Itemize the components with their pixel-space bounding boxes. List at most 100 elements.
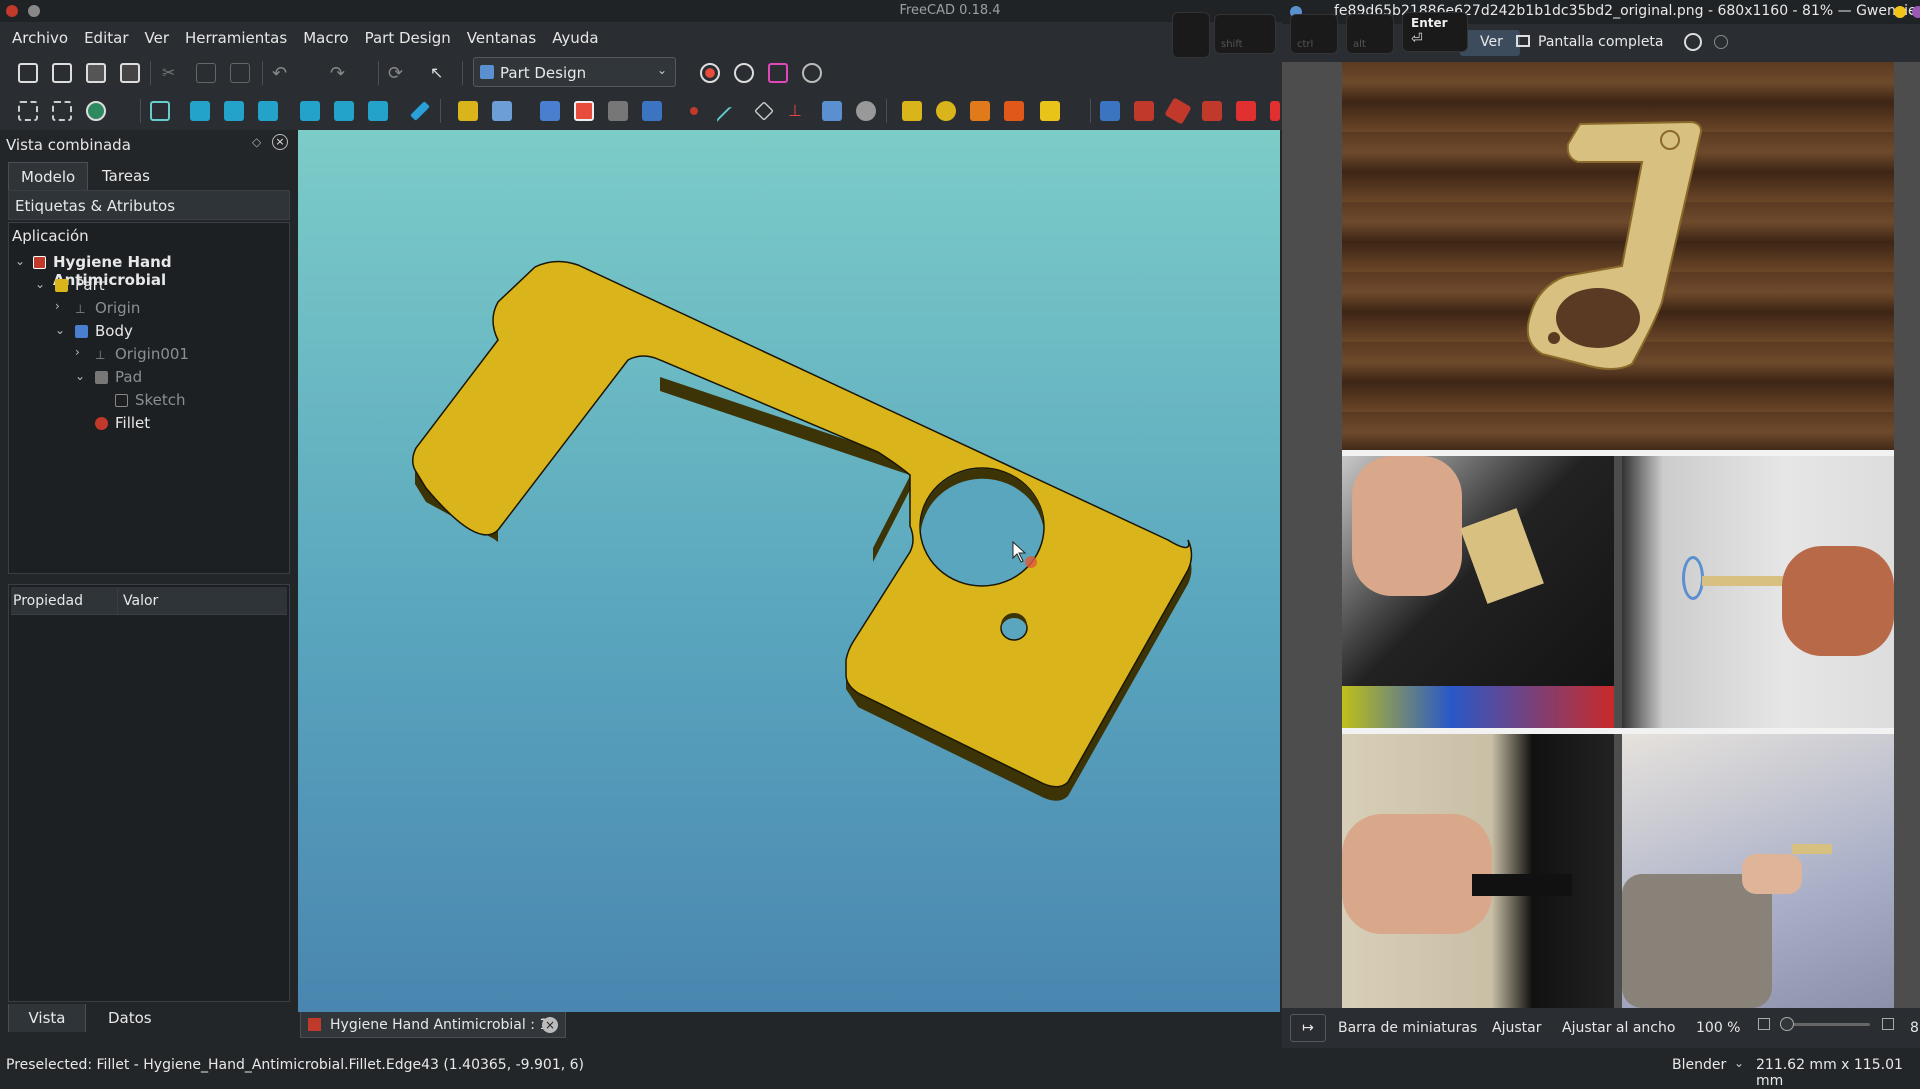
cut-icon[interactable]: ✂ xyxy=(162,63,182,83)
datum-point-icon[interactable] xyxy=(690,107,698,115)
tree-item-origin[interactable]: Origin xyxy=(95,299,140,321)
menu-ayuda[interactable]: Ayuda xyxy=(544,29,606,47)
sub-shape-binder-icon[interactable] xyxy=(822,101,842,121)
view-rear-icon[interactable] xyxy=(300,101,320,121)
create-sketch-icon[interactable] xyxy=(574,101,594,121)
fullscreen-button[interactable]: Pantalla completa xyxy=(1538,34,1664,50)
3d-viewport[interactable] xyxy=(298,130,1280,1012)
fit-width-button[interactable]: Ajustar al ancho xyxy=(1562,1020,1675,1036)
menu-ver[interactable]: Ver xyxy=(137,29,178,47)
tree-item-part[interactable]: Part xyxy=(75,276,105,298)
refresh-icon[interactable]: ⟳ xyxy=(388,63,408,84)
subtractive-primitive-icon[interactable] xyxy=(1270,101,1280,121)
image-viewer[interactable] xyxy=(1282,62,1920,1008)
tree-item-origin001[interactable]: Origin001 xyxy=(115,345,189,367)
chevron-down-icon[interactable]: ⌄ xyxy=(75,369,85,383)
view-left-icon[interactable] xyxy=(368,101,388,121)
view-top-icon[interactable] xyxy=(224,101,244,121)
paste-icon[interactable] xyxy=(230,63,250,83)
menu-macro[interactable]: Macro xyxy=(295,29,356,47)
local-cs-icon[interactable]: ⊥ xyxy=(788,101,808,121)
validate-sketch-icon[interactable] xyxy=(608,101,628,121)
chevron-right-icon[interactable]: › xyxy=(75,345,80,359)
copy-icon[interactable] xyxy=(196,63,216,83)
hole-icon[interactable] xyxy=(1134,101,1154,121)
tree-item-pad[interactable]: Pad xyxy=(115,368,142,390)
fit-button[interactable]: Ajustar xyxy=(1492,1020,1541,1036)
menu-archivo[interactable]: Archivo xyxy=(4,29,76,47)
property-column-header: Propiedad xyxy=(13,593,83,609)
macro-run-icon[interactable] xyxy=(802,63,822,83)
workbench-selector[interactable]: Part Design ⌄ xyxy=(473,57,676,87)
view-front-icon[interactable] xyxy=(190,101,210,121)
pipe-icon[interactable] xyxy=(1004,101,1024,121)
open-folder-icon[interactable] xyxy=(52,63,72,83)
menu-herramientas[interactable]: Herramientas xyxy=(177,29,295,47)
menu-ventanas[interactable]: Ventanas xyxy=(459,29,544,47)
sidebar-toggle-icon[interactable]: ↦ xyxy=(1290,1014,1326,1042)
maximize-icon[interactable] xyxy=(1912,6,1920,18)
draw-style-icon[interactable] xyxy=(86,101,106,121)
save-icon[interactable] xyxy=(86,63,106,83)
previous-icon[interactable] xyxy=(1684,33,1702,51)
view-right-icon[interactable] xyxy=(258,101,278,121)
tab-vista[interactable]: Vista xyxy=(8,1004,86,1032)
undo-icon[interactable]: ↶ xyxy=(272,63,292,84)
tree-item-body[interactable]: Body xyxy=(95,322,133,344)
minimize-icon[interactable] xyxy=(1894,6,1906,18)
ctrl-key-overlay: ctrl xyxy=(1290,14,1338,54)
chevron-right-icon[interactable]: › xyxy=(55,299,60,313)
whats-this-icon[interactable]: ↖ xyxy=(430,63,450,83)
tab-datos[interactable]: Datos xyxy=(96,1004,164,1032)
menu-editar[interactable]: Editar xyxy=(76,29,136,47)
pad-icon[interactable] xyxy=(902,101,922,121)
pocket-icon[interactable] xyxy=(1100,101,1120,121)
macro-record-icon[interactable] xyxy=(700,63,720,83)
box-select-icon[interactable] xyxy=(18,101,38,121)
new-file-icon[interactable] xyxy=(18,63,38,83)
tree-item-document[interactable]: Hygiene Hand Antimicrobial xyxy=(53,253,289,289)
groove-icon[interactable] xyxy=(1164,97,1192,125)
redo-icon[interactable]: ↷ xyxy=(330,63,350,84)
zoom-slider-handle[interactable] xyxy=(1780,1017,1794,1031)
zoom-level[interactable]: 100 % xyxy=(1696,1020,1740,1036)
create-body-icon[interactable] xyxy=(540,101,560,121)
chevron-down-icon[interactable]: ⌄ xyxy=(35,277,45,291)
thumbnail-bar-button[interactable]: Barra de miniaturas xyxy=(1338,1020,1477,1036)
fillet-top-face[interactable] xyxy=(412,260,1193,788)
chevron-down-icon[interactable]: ⌄ xyxy=(55,323,65,337)
float-icon[interactable]: ◇ xyxy=(252,135,261,149)
subtractive-loft-icon[interactable] xyxy=(1202,101,1222,121)
loft-icon[interactable] xyxy=(970,101,990,121)
menu-part-design[interactable]: Part Design xyxy=(357,29,459,47)
subtractive-pipe-icon[interactable] xyxy=(1236,101,1256,121)
view-bottom-icon[interactable] xyxy=(334,101,354,121)
close-tab-icon[interactable]: × xyxy=(542,1017,558,1033)
close-icon[interactable]: × xyxy=(272,134,288,150)
datum-plane-icon[interactable] xyxy=(754,101,774,121)
create-part-icon[interactable] xyxy=(458,101,478,121)
clone-icon[interactable] xyxy=(856,101,876,121)
macro-edit-icon[interactable] xyxy=(768,63,788,83)
zoom-out-icon[interactable] xyxy=(1758,1018,1770,1030)
create-group-icon[interactable] xyxy=(492,101,512,121)
chevron-down-icon[interactable]: ⌄ xyxy=(15,254,25,268)
zoom-in-icon[interactable] xyxy=(1882,1018,1894,1030)
navigation-style[interactable]: Blender xyxy=(1672,1057,1726,1073)
tab-tareas[interactable]: Tareas xyxy=(90,162,162,190)
measure-icon[interactable] xyxy=(410,101,430,121)
shape-binder-icon[interactable] xyxy=(642,101,662,121)
view-isometric-icon[interactable] xyxy=(150,101,170,121)
fullscreen-icon[interactable] xyxy=(1516,35,1530,47)
tab-modelo[interactable]: Modelo xyxy=(8,162,89,190)
print-icon[interactable] xyxy=(120,63,140,83)
macro-stop-icon[interactable] xyxy=(734,63,754,83)
model-render[interactable] xyxy=(298,130,1280,1012)
chevron-down-icon[interactable]: ⌄ xyxy=(1734,1056,1744,1070)
revolution-icon[interactable] xyxy=(936,101,956,121)
box-element-select-icon[interactable] xyxy=(52,101,72,121)
additive-primitive-icon[interactable] xyxy=(1040,101,1060,121)
tree-item-sketch[interactable]: Sketch xyxy=(135,391,186,413)
tree-item-fillet[interactable]: Fillet xyxy=(115,414,150,436)
next-icon[interactable] xyxy=(1714,35,1728,49)
